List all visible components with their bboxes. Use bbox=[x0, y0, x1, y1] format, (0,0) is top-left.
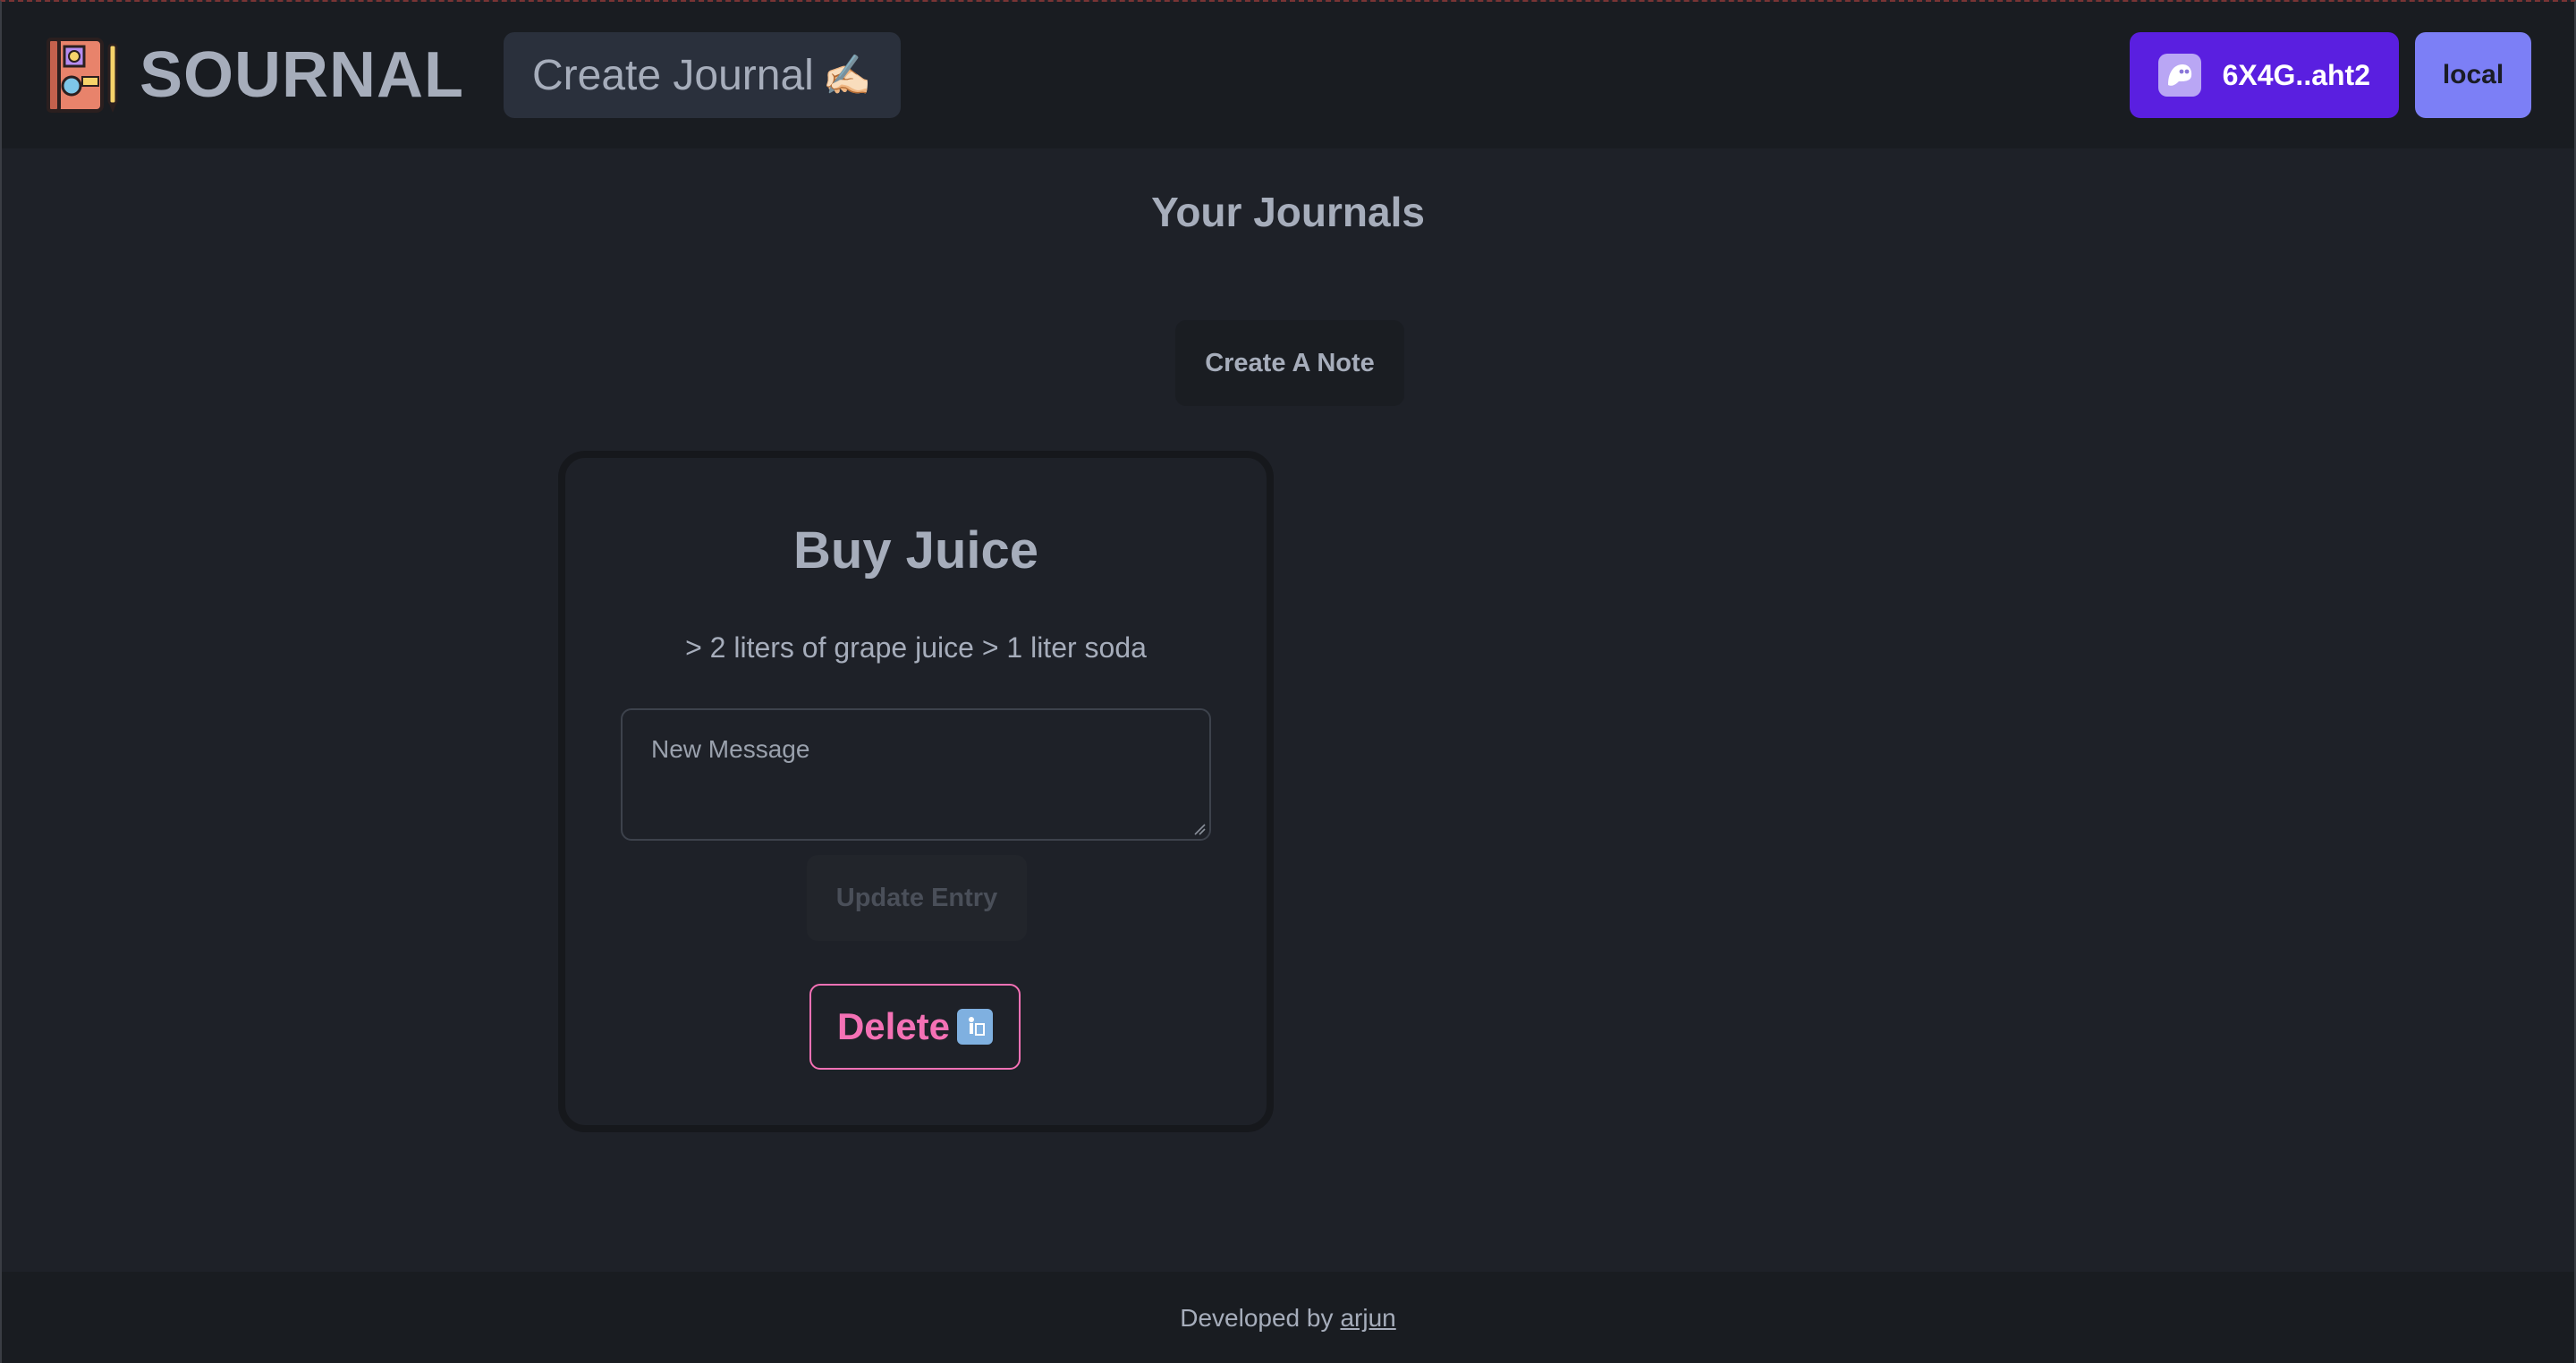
network-button[interactable]: local bbox=[2415, 32, 2531, 118]
journal-message: > 2 liters of grape juice > 1 liter soda bbox=[685, 631, 1147, 664]
author-link[interactable]: arjun bbox=[1340, 1304, 1395, 1333]
wallet-address: 6X4G..aht2 bbox=[2222, 58, 2370, 91]
app-frame: SOURNAL Create Journal ✍🏻 6X4G..aht2 loc… bbox=[0, 0, 2576, 1363]
writing-hand-icon: ✍🏻 bbox=[822, 54, 872, 97]
delete-label: Delete bbox=[836, 1005, 951, 1047]
page-title: Your Journals bbox=[1151, 189, 1425, 235]
brand-name: SOURNAL bbox=[140, 39, 464, 111]
delete-button[interactable]: Delete bbox=[809, 984, 1021, 1070]
trash-icon bbox=[957, 1009, 994, 1045]
create-note-button[interactable]: Create A Note bbox=[1175, 320, 1404, 406]
create-journal-label: Create Journal bbox=[532, 51, 814, 99]
journal-logo-icon bbox=[47, 38, 118, 113]
navbar: SOURNAL Create Journal ✍🏻 6X4G..aht2 loc… bbox=[2, 2, 2574, 148]
wallet-button[interactable]: 6X4G..aht2 bbox=[2129, 32, 2399, 118]
update-entry-button[interactable]: Update Entry bbox=[807, 855, 1027, 941]
new-message-input[interactable] bbox=[621, 708, 1211, 841]
footer: Developed by arjun bbox=[2, 1272, 2574, 1363]
logo[interactable]: SOURNAL bbox=[45, 36, 464, 114]
journal-card: Buy Juice > 2 liters of grape juice > 1 … bbox=[558, 451, 1274, 1132]
footer-credit: Developed by bbox=[1180, 1304, 1334, 1332]
journal-title: Buy Juice bbox=[793, 521, 1038, 580]
create-journal-button[interactable]: Create Journal ✍🏻 bbox=[504, 32, 901, 118]
nav-actions: 6X4G..aht2 local bbox=[2129, 32, 2531, 118]
resize-grip-icon[interactable] bbox=[1193, 823, 1206, 835]
ghost-wallet-icon bbox=[2157, 54, 2201, 97]
